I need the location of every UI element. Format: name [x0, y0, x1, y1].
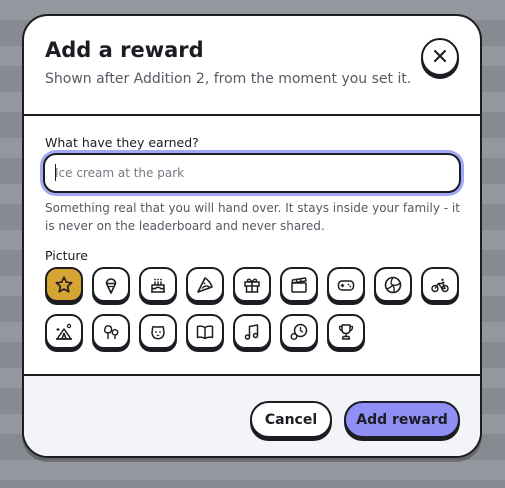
close-button[interactable]: [421, 38, 459, 76]
book-icon: [196, 324, 214, 339]
reward-help-text: Something real that you will hand over. …: [45, 201, 460, 233]
trophy-icon: [338, 323, 354, 340]
music-icon: [244, 323, 259, 340]
close-icon: [432, 48, 448, 67]
reward-field-label: What have they earned?: [45, 135, 199, 150]
star-icon: [55, 275, 73, 293]
pet-icon: [151, 325, 165, 339]
pizza-icon: [197, 276, 213, 293]
icon-option-trees[interactable]: [92, 314, 130, 349]
ice-cream-icon: [105, 277, 117, 294]
text-caret: [55, 164, 56, 181]
dialog-header: Add a reward Shown after Addition 2, fro…: [24, 16, 480, 116]
icon-option-pet[interactable]: [139, 314, 177, 349]
icon-option-ice-cream[interactable]: [92, 267, 130, 302]
gamepad-icon: [337, 279, 355, 291]
reward-input[interactable]: [43, 153, 461, 193]
picture-label: Picture: [45, 248, 88, 263]
icon-option-music[interactable]: [233, 314, 271, 349]
trees-icon: [103, 324, 119, 339]
clock-icon: [290, 323, 308, 340]
icon-option-cake[interactable]: [139, 267, 177, 302]
dialog-subtitle: Shown after Addition 2, from the moment …: [45, 71, 412, 87]
icon-option-bike[interactable]: [421, 267, 459, 302]
icon-option-tent[interactable]: [45, 314, 83, 349]
icon-option-gift[interactable]: [233, 267, 271, 302]
icon-option-pizza[interactable]: [186, 267, 224, 302]
icon-option-book[interactable]: [186, 314, 224, 349]
cake-icon: [151, 278, 165, 293]
icon-option-clapperboard[interactable]: [280, 267, 318, 302]
ball-icon: [384, 276, 402, 293]
icon-option-trophy[interactable]: [327, 314, 365, 349]
dialog-footer: Cancel Add reward: [24, 374, 480, 456]
bike-icon: [431, 278, 449, 292]
dialog-title: Add a reward: [45, 38, 204, 62]
gift-icon: [244, 277, 260, 293]
add-reward-button[interactable]: Add reward: [344, 401, 460, 438]
tent-icon: [56, 323, 72, 340]
icon-option-gamepad[interactable]: [327, 267, 365, 302]
cancel-button[interactable]: Cancel: [250, 401, 332, 438]
add-reward-dialog: Add a reward Shown after Addition 2, fro…: [22, 14, 482, 458]
icon-option-ball[interactable]: [374, 267, 412, 302]
icon-option-clock[interactable]: [280, 314, 318, 349]
clapperboard-icon: [291, 276, 307, 293]
icon-option-star[interactable]: [45, 267, 83, 302]
